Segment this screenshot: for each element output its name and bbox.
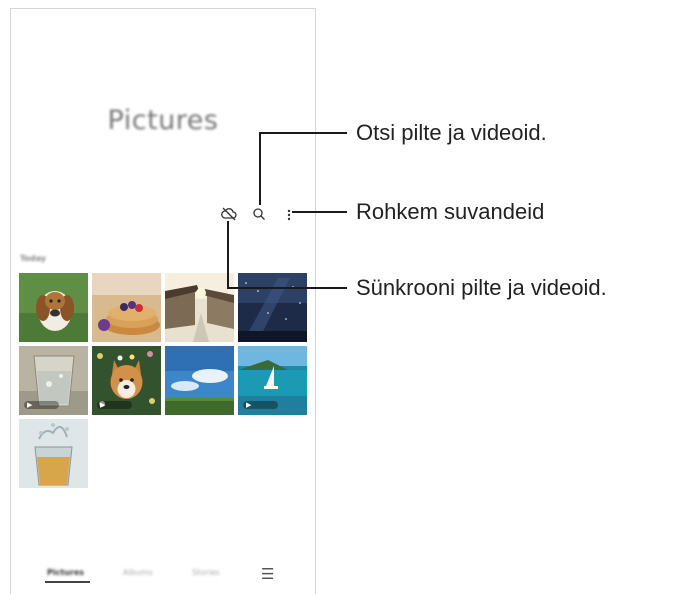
thumbnail-blue-sky-field[interactable]: [165, 346, 234, 415]
thumbnail-beagle-dog[interactable]: [19, 273, 88, 342]
thumbnail-village-street[interactable]: [165, 273, 234, 342]
thumbnail-water-glass[interactable]: ▶: [19, 346, 88, 415]
thumbnail-sailboat-bay[interactable]: ▶: [238, 346, 307, 415]
thumbnail-splash-glass[interactable]: [19, 419, 88, 488]
bottom-navigation: Pictures Albums Stories ☰: [11, 564, 315, 586]
callout-sync-text: Sünkrooni pilte ja videoid.: [356, 275, 607, 300]
tab-albums[interactable]: Albums: [123, 568, 153, 577]
callout-line-search-vertical: [259, 132, 261, 205]
tab-pictures[interactable]: Pictures: [47, 568, 84, 577]
callout-more-text: Rohkem suvandeid: [356, 199, 545, 224]
callout-line-sync-horizontal: [227, 287, 347, 289]
cloud-off-icon[interactable]: [221, 206, 237, 226]
more-vertical-icon[interactable]: [286, 207, 292, 226]
callout-line-search-horizontal: [259, 132, 347, 134]
video-badge: ▶: [243, 401, 278, 409]
callout-line-sync-vertical: [227, 221, 229, 289]
active-tab-indicator: [45, 581, 90, 583]
menu-icon[interactable]: ☰: [261, 567, 274, 582]
section-label: Today: [20, 254, 46, 263]
tab-stories[interactable]: Stories: [192, 568, 220, 577]
thumbnail-starry-night-sky[interactable]: [238, 273, 307, 342]
callout-search-text: Otsi pilte ja videoid.: [356, 120, 547, 145]
video-badge: ▶: [24, 401, 59, 409]
callout-line-more: [292, 211, 347, 213]
search-icon[interactable]: [252, 206, 266, 226]
thumbnail-corgi-dog-flowers[interactable]: ▶: [92, 346, 161, 415]
phone-screen: Pictures Today ▶ ▶ ▶ Pictures Albums Sto…: [10, 8, 316, 594]
video-badge: ▶: [97, 401, 132, 409]
thumbnail-pancakes-berries[interactable]: [92, 273, 161, 342]
